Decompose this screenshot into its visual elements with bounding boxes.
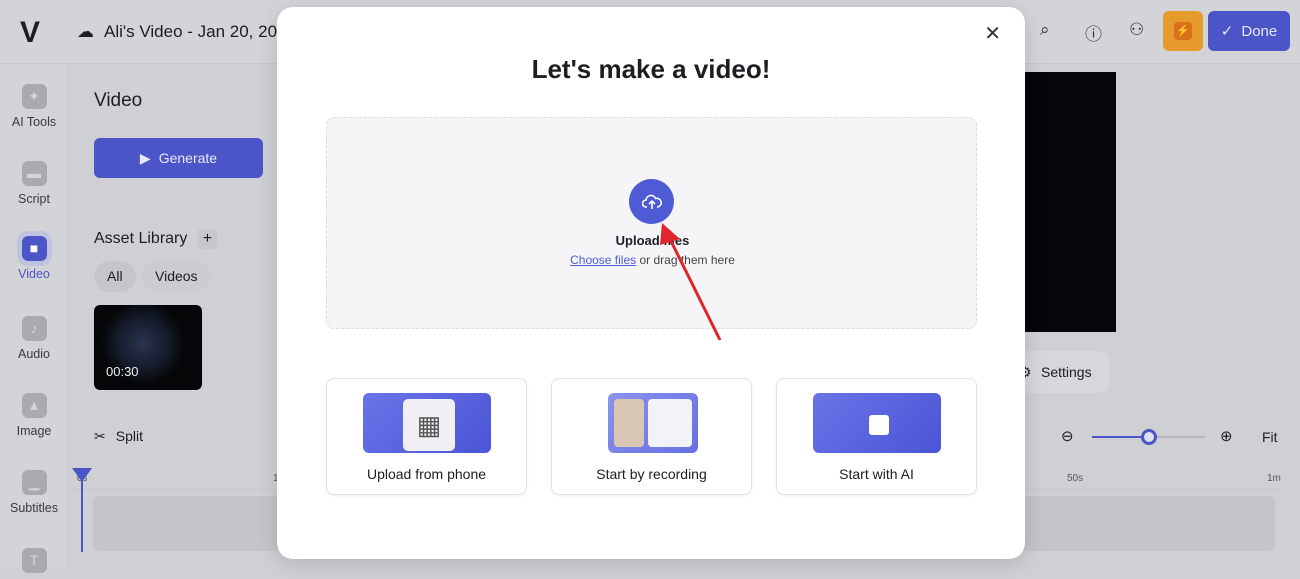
filter-videos[interactable]: Videos <box>142 261 211 292</box>
scissors-icon: ✂ <box>94 428 106 444</box>
ai-illustration <box>813 393 941 453</box>
upload-from-phone-card[interactable]: ▦ Upload from phone <box>326 378 527 495</box>
left-rail: ✦ AI Tools ▬ Script ■ Video ♪ Audio ▲ Image ▁… <box>0 64 68 573</box>
rail-subtitles[interactable]: ▁ Subtitles <box>0 470 68 515</box>
video-icon: ■ <box>16 231 52 266</box>
recording-illustration <box>608 393 698 453</box>
rail-ai-tools[interactable]: ✦ AI Tools <box>0 84 68 129</box>
rail-text[interactable]: T <box>0 548 68 579</box>
start-with-ai-card[interactable]: Start with AI <box>776 378 977 495</box>
generate-button[interactable]: ▶ Generate <box>94 138 263 178</box>
help-icon[interactable]: ⓘ <box>1085 20 1102 45</box>
add-user-icon[interactable]: ⚇ <box>1129 20 1144 40</box>
video-plus-icon: ▶ <box>139 149 151 166</box>
rail-image[interactable]: ▲ Image <box>0 393 68 438</box>
close-icon[interactable]: ✕ <box>984 21 1001 46</box>
check-icon: ✓ <box>1220 23 1234 40</box>
sparkle-icon: ✦ <box>21 84 47 109</box>
video-preview <box>1025 72 1116 332</box>
ruler-label: 1m <box>1267 473 1281 484</box>
text-icon: T <box>21 548 47 573</box>
zoom-slider-handle[interactable] <box>1140 429 1157 445</box>
split-button[interactable]: ✂ Split <box>94 428 143 445</box>
fit-button[interactable]: Fit <box>1262 429 1278 445</box>
playhead[interactable] <box>72 468 92 552</box>
annotation-arrow <box>660 223 722 341</box>
music-icon: ♪ <box>21 316 47 341</box>
filter-all[interactable]: All <box>94 261 136 292</box>
lightning-icon: ⚡ <box>1174 22 1192 40</box>
choose-files-link[interactable]: Choose files <box>570 253 636 267</box>
start-by-recording-card[interactable]: Start by recording <box>551 378 752 495</box>
search-icon[interactable]: ⌕ <box>1040 20 1050 40</box>
done-button[interactable]: ✓ Done <box>1208 11 1290 51</box>
rail-audio[interactable]: ♪ Audio <box>0 316 68 361</box>
image-icon: ▲ <box>21 393 47 418</box>
project-title[interactable]: ☁ Ali's Video - Jan 20, 20 <box>77 22 277 42</box>
subtitles-icon: ▁ <box>21 470 47 495</box>
rail-script[interactable]: ▬ Script <box>0 161 68 206</box>
zoom-in-icon[interactable]: ⊕ <box>1220 427 1233 445</box>
upgrade-button[interactable]: ⚡ <box>1163 11 1203 51</box>
add-asset-button[interactable]: + <box>197 229 218 249</box>
script-icon: ▬ <box>21 161 47 186</box>
modal-title: Let's make a video! <box>531 54 771 84</box>
qr-code-icon: ▦ <box>403 399 455 451</box>
asset-thumbnail[interactable]: 00:30 <box>94 305 202 390</box>
panel-title: Video <box>94 90 143 111</box>
cloud-icon: ☁ <box>77 22 94 41</box>
zoom-out-icon[interactable]: ⊖ <box>1061 427 1074 445</box>
asset-library-header: Asset Library + <box>94 229 218 249</box>
qr-code-illustration: ▦ <box>363 393 491 453</box>
app-logo[interactable]: V <box>20 16 40 50</box>
ruler-label: 50s <box>1067 473 1084 484</box>
rail-video[interactable]: ■ Video <box>0 231 68 281</box>
